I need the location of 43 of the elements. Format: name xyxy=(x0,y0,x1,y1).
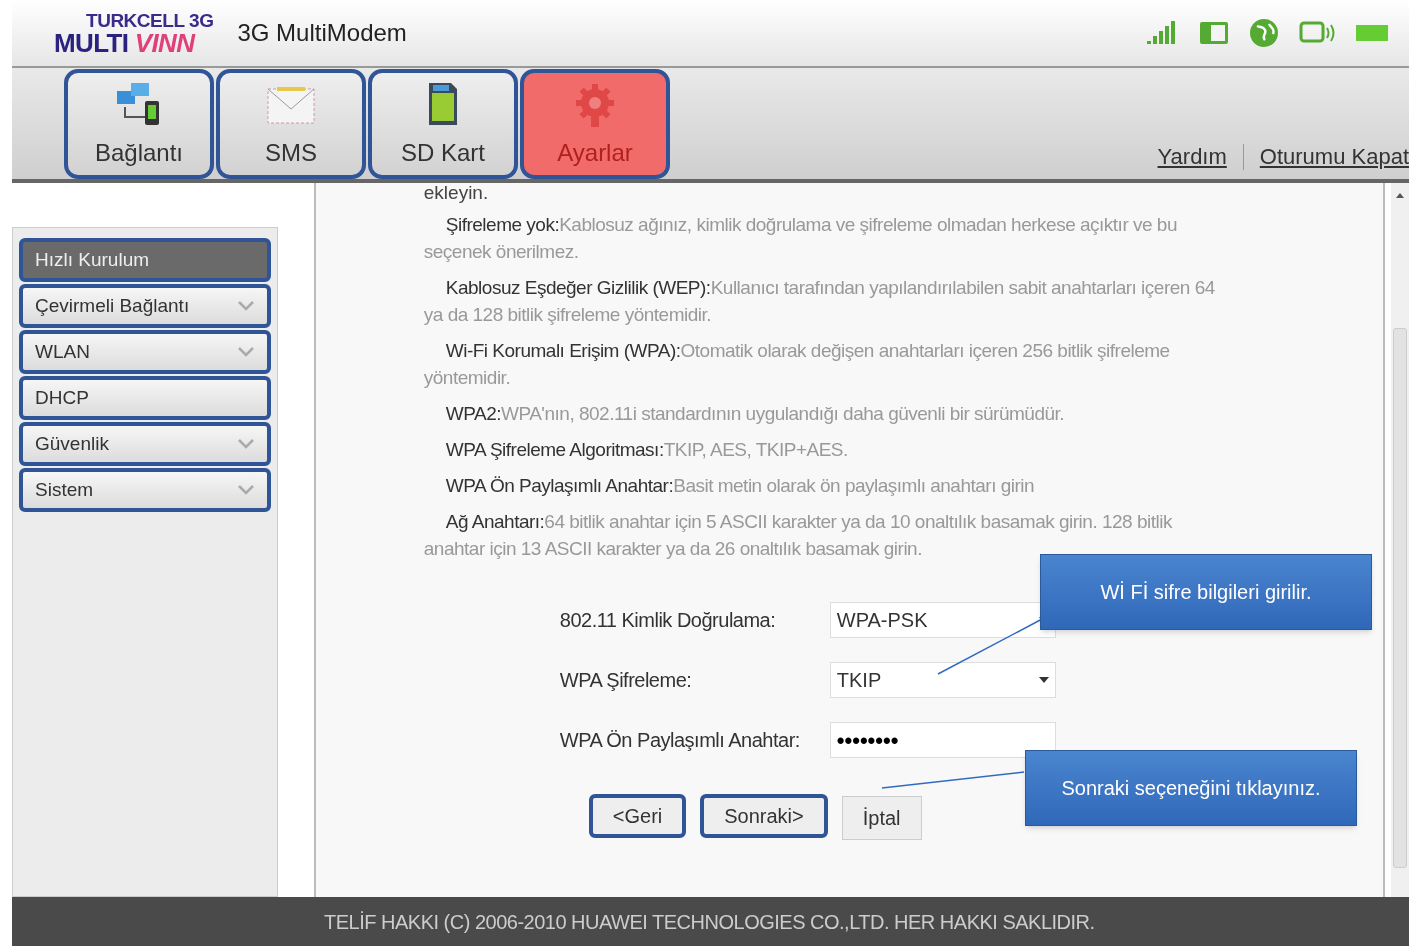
chevron-down-icon xyxy=(236,346,255,358)
callout-box: Sonraki seçeneğini tıklayınız. xyxy=(1025,750,1357,826)
sidebar-item[interactable]: WLAN xyxy=(19,330,271,374)
nav-tab[interactable]: Bağlantı xyxy=(64,69,214,179)
sidebar-item[interactable]: Sistem xyxy=(19,468,271,512)
dropdown-arrow-icon xyxy=(1038,677,1049,683)
field-label: WPA Ön Paylaşımlı Anahtar: xyxy=(559,728,801,753)
globe-icon xyxy=(1249,18,1279,48)
definition-text: Şifreleme yok:Kablosuz ağınız, kimlik doğrulama ve şifreleme olmadan herkese açıktır ve bu seçenek önerilmez. xyxy=(423,213,1178,264)
sidebar-item[interactable]: DHCP xyxy=(19,376,271,420)
select-field[interactable]: WPA-PSK xyxy=(829,602,1056,638)
sidebar-item[interactable]: Çevirmeli Bağlantı xyxy=(19,284,271,328)
chevron-down-icon xyxy=(236,484,255,496)
field-label: WPA Şifreleme: xyxy=(559,668,693,693)
help-link[interactable]: Yardım xyxy=(1157,140,1227,173)
copyright-bar: TELİF HAKKI (C) 2006-2010 HUAWEI TECHNOLOGIES CO.,LTD. HER HAKKI SAKLIDIR. xyxy=(12,897,1409,946)
chevron-down-icon xyxy=(236,438,255,450)
sidebar-item[interactable]: Güvenlik xyxy=(19,422,271,466)
field-label: 802.11 Kimlik Doğrulama: xyxy=(559,608,777,633)
scroll-up-arrow-icon xyxy=(1396,193,1404,198)
chevron-down-icon xyxy=(236,300,255,312)
select-field[interactable]: TKIP xyxy=(829,662,1056,698)
sidebar-item[interactable]: Hızlı Kurulum xyxy=(19,238,271,282)
definition-text: WPA2:WPA'nın, 802.11i standardının uygulandığı daha güvenli bir sürümüdür. xyxy=(444,402,1066,426)
nav-tab[interactable]: SD Kart xyxy=(368,69,518,179)
logout-link[interactable]: Oturumu Kapat xyxy=(1259,140,1409,173)
app-title: 3G MultiModem xyxy=(237,18,407,48)
callout-box: Wİ Fİ sifre bilgileri girilir. xyxy=(1040,554,1372,630)
definition-text: Kablosuz Eşdeğer Gizlilik (WEP):Kullanıcı tarafından yapılandırılabilen sabit anahtarları içeren 64 ya da 128 bitlik şifreleme yöntemidir. xyxy=(423,276,1216,327)
sim-card-icon xyxy=(1199,21,1229,45)
logo: TURKCELL 3G MULTI VINN xyxy=(54,10,214,56)
scrollbar-thumb[interactable] xyxy=(1393,328,1407,868)
action-button[interactable]: İptal xyxy=(841,796,922,840)
action-button[interactable]: Sonraki> xyxy=(700,794,828,838)
definition-text: Wi-Fi Korumalı Erişim (WPA):Otomatik olarak değişen anahtarları içeren 256 bitlik şifreleme yöntemidir. xyxy=(423,339,1171,390)
definition-text: WPA Ön Paylaşımlı Anahtar:Basit metin olarak ön paylaşımlı anahtarı girin xyxy=(444,474,1036,498)
password-field[interactable]: •••••••• xyxy=(829,722,1056,758)
action-button[interactable]: <Geri xyxy=(588,794,687,838)
battery-icon xyxy=(1355,22,1389,44)
monitor-icon xyxy=(1299,20,1335,46)
definition-text: WPA Şifreleme Algoritması:TKIP, AES, TKIP+AES. xyxy=(444,438,849,462)
intro-text: ekleyin. xyxy=(423,183,490,203)
nav-tab[interactable]: SMS xyxy=(216,69,366,179)
